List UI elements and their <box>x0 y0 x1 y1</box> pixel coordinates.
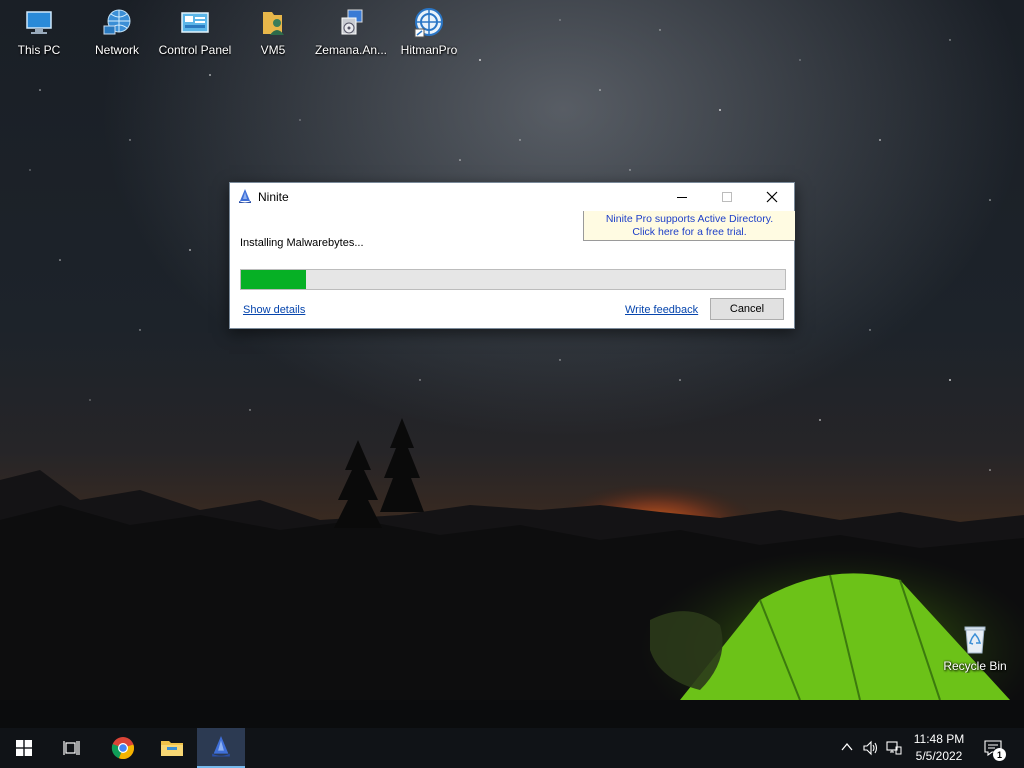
chevron-up-icon <box>841 742 853 751</box>
promo-line-1: Ninite Pro supports Active Directory. <box>605 213 774 225</box>
hitmanpro-icon <box>413 6 445 40</box>
window-titlebar[interactable]: Ninite <box>230 183 794 211</box>
clock-time: 11:48 PM <box>913 732 965 746</box>
promo-line-2: Click here for a free trial. <box>632 226 747 238</box>
close-icon <box>766 191 778 203</box>
task-view-button[interactable] <box>48 728 96 768</box>
chrome-taskbar-button[interactable] <box>99 728 147 768</box>
desktop-icon-label: HitmanPro <box>400 43 458 57</box>
minimize-button[interactable] <box>659 183 705 211</box>
desktop-icon-control-panel[interactable]: Control Panel <box>157 6 233 66</box>
network-icon <box>101 6 133 40</box>
maximize-icon <box>722 192 732 202</box>
desktop-icon-recycle-bin[interactable]: Recycle Bin <box>937 622 1013 682</box>
taskbar: 11:48 PM 5/5/2022 <box>0 728 1024 768</box>
desktop-icon-network[interactable]: Network <box>79 6 155 66</box>
desktop-icon-label: Recycle Bin <box>943 659 1007 673</box>
desktop-icon-label: This PC <box>17 43 61 57</box>
file-explorer-taskbar-button[interactable] <box>148 728 196 768</box>
desktop-icon-label: Control Panel <box>158 43 232 57</box>
user-folder-icon <box>257 6 289 40</box>
task-view-icon <box>63 741 80 755</box>
install-status-text: Installing Malwarebytes... <box>240 237 364 249</box>
desktop-icon-zemana[interactable]: Zemana.An... <box>313 6 389 66</box>
window-title: Ninite <box>258 190 289 204</box>
maximize-button <box>704 183 750 211</box>
desktop-icon-hitmanpro[interactable]: HitmanPro <box>391 6 467 66</box>
ninite-icon <box>238 189 252 209</box>
progress-fill <box>241 270 307 289</box>
this-pc-icon <box>23 6 55 40</box>
speaker-icon <box>863 740 878 756</box>
show-details-link[interactable]: Show details <box>243 304 305 316</box>
start-button[interactable] <box>0 728 48 768</box>
install-progress-bar <box>240 269 786 290</box>
ninite-icon <box>212 736 230 757</box>
clock-date: 5/5/2022 <box>915 749 963 763</box>
chrome-icon <box>111 737 134 760</box>
minimize-icon <box>677 197 687 198</box>
control-panel-icon <box>179 6 211 40</box>
recycle-bin-icon <box>959 622 991 656</box>
desktop-icon-this-pc[interactable]: This PC <box>1 6 77 66</box>
desktop-icon-label: VM5 <box>260 43 286 57</box>
ninite-window: Ninite Ninite Pro supports Active Direct… <box>229 182 795 329</box>
desktop-wallpaper <box>0 0 1024 728</box>
taskbar-clock[interactable]: 11:48 PM 5/5/2022 <box>904 730 974 766</box>
volume-button[interactable] <box>862 740 880 761</box>
show-hidden-icons-button[interactable] <box>840 740 854 759</box>
installer-icon <box>335 6 367 40</box>
desktop-icon-label: Network <box>94 43 139 57</box>
notification-count-badge: 1 <box>993 748 1006 761</box>
desktop-icon-vm5[interactable]: VM5 <box>235 6 311 66</box>
write-feedback-link[interactable]: Write feedback <box>625 304 698 316</box>
ninite-pro-promo-link[interactable]: Ninite Pro supports Active Directory. Cl… <box>583 211 795 241</box>
start-icon <box>16 740 32 756</box>
network-tray-icon <box>886 741 902 755</box>
cancel-button[interactable]: Cancel <box>710 298 784 320</box>
file-explorer-icon <box>161 741 183 756</box>
close-button[interactable] <box>749 183 795 211</box>
network-tray-button[interactable] <box>886 740 902 761</box>
ninite-taskbar-button[interactable] <box>197 728 245 768</box>
desktop-icon-label: Zemana.An... <box>314 43 388 57</box>
